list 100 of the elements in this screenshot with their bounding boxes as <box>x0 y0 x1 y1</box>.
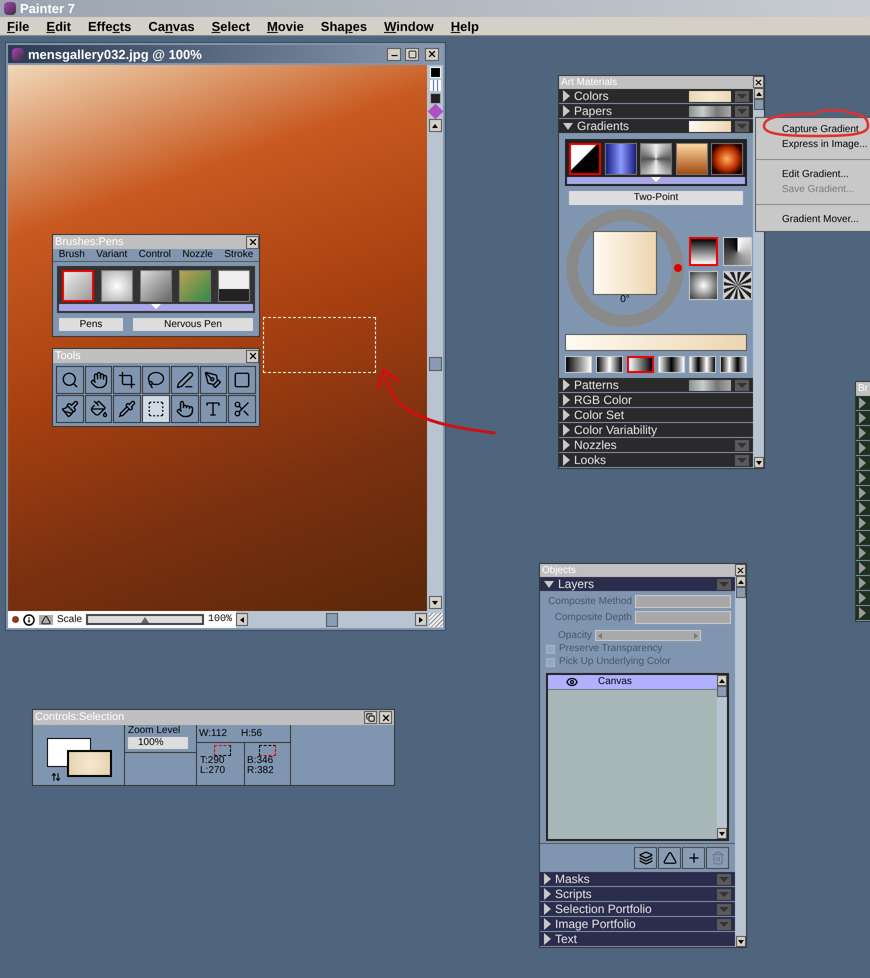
scroll-thumb[interactable] <box>428 357 442 371</box>
gradient-thumbnail[interactable] <box>569 143 601 175</box>
close-button[interactable] <box>753 76 764 88</box>
gradient-type-button[interactable] <box>689 236 718 266</box>
tool-button[interactable] <box>142 366 170 394</box>
menu-item[interactable]: Movie <box>266 20 304 32</box>
scroll-up-button[interactable] <box>754 88 764 99</box>
menu-item[interactable]: Canvas <box>148 20 195 32</box>
menu-item[interactable]: Edit Gradient... <box>756 167 870 182</box>
menu-item[interactable]: Help <box>450 20 479 32</box>
tool-button[interactable] <box>56 395 84 423</box>
scroll-right-button[interactable] <box>415 613 427 626</box>
gradient-type-button[interactable] <box>689 270 718 300</box>
panel-section-header[interactable]: RGB Color <box>559 393 753 408</box>
brush-thumbnail[interactable] <box>101 270 133 302</box>
scroll-thumb[interactable] <box>717 686 727 697</box>
expanded-caret-icon[interactable] <box>544 580 554 588</box>
panel-section-header[interactable]: Papers <box>559 104 753 119</box>
info-icon[interactable] <box>23 614 35 626</box>
menu-item[interactable]: Edit <box>46 20 71 32</box>
tool-button[interactable] <box>228 366 256 394</box>
panel-section-header[interactable]: Colors <box>559 89 753 104</box>
tool-button[interactable] <box>113 366 142 394</box>
menu-item[interactable]: Gradient Mover... <box>756 212 870 227</box>
gradient-thumbnail[interactable] <box>640 143 672 175</box>
swap-arrows-icon[interactable] <box>51 772 61 782</box>
tool-button[interactable] <box>142 395 170 423</box>
scroll-down-button[interactable] <box>736 936 746 947</box>
brush-thumbnail[interactable] <box>140 270 172 302</box>
layer-action-button[interactable] <box>634 847 657 869</box>
panel-section-header[interactable]: Nozzles <box>559 438 753 453</box>
gradient-type-button[interactable] <box>723 270 752 300</box>
tool-button[interactable] <box>228 395 256 423</box>
scroll-down-button[interactable] <box>754 457 764 468</box>
menu-item[interactable]: File <box>7 20 30 32</box>
maximize-button[interactable] <box>405 48 419 60</box>
category-field[interactable]: Pens <box>59 318 123 331</box>
restore-button[interactable] <box>364 711 377 724</box>
gradient-order-button[interactable] <box>720 356 747 373</box>
palette-tab[interactable]: Brush <box>58 250 85 260</box>
palette-tab[interactable]: Nozzle <box>182 250 213 260</box>
tool-button[interactable] <box>113 395 142 423</box>
gradient-order-button[interactable] <box>565 356 592 373</box>
minimize-button[interactable] <box>387 48 401 60</box>
drawer-toggle-icon[interactable] <box>651 177 661 182</box>
scroll-up-button[interactable] <box>428 119 442 132</box>
tool-button[interactable] <box>84 395 112 423</box>
menu-item[interactable]: Window <box>384 20 434 32</box>
zoom-field[interactable]: 100% <box>128 737 188 749</box>
panel-section-header[interactable]: Patterns <box>559 378 753 393</box>
tool-button[interactable] <box>200 395 228 423</box>
scroll-left-button[interactable] <box>236 613 248 626</box>
scroll-up-button[interactable] <box>717 675 727 686</box>
menu-item[interactable]: Select <box>212 20 250 32</box>
palette-tab[interactable]: Stroke <box>224 250 254 260</box>
menu-item[interactable]: Express in Image... <box>756 137 870 152</box>
scroll-down-button[interactable] <box>428 596 442 609</box>
close-button[interactable] <box>246 350 259 362</box>
brush-thumbnail[interactable] <box>218 270 250 302</box>
scroll-thumb[interactable] <box>736 587 746 598</box>
gradient-type-button[interactable] <box>723 236 752 266</box>
menu-item[interactable]: Effects <box>88 20 132 32</box>
tool-button[interactable] <box>170 366 199 394</box>
menu-item[interactable]: Shapes <box>320 20 368 32</box>
brush-thumbnail[interactable] <box>179 270 211 302</box>
layer-action-button[interactable] <box>658 847 681 869</box>
color-swatches[interactable] <box>47 738 112 777</box>
panel-section-header[interactable]: Gradients <box>559 119 753 134</box>
tool-button[interactable] <box>84 366 112 394</box>
panel-section-header[interactable]: Scripts <box>540 887 735 902</box>
brush-thumbnail[interactable] <box>62 270 94 302</box>
close-button[interactable] <box>379 711 392 724</box>
resize-grip-icon[interactable] <box>429 612 443 626</box>
palette-tab[interactable]: Control <box>138 250 171 260</box>
panel-section-header[interactable]: Layers <box>540 577 735 592</box>
scroll-up-button[interactable] <box>736 576 746 587</box>
panel-section-header[interactable]: Text <box>540 932 735 947</box>
drawer-toggle-icon[interactable] <box>151 304 161 309</box>
close-button[interactable] <box>735 564 746 576</box>
scroll-down-button[interactable] <box>717 828 727 839</box>
scale-slider[interactable] <box>86 614 204 625</box>
gradient-thumbnail[interactable] <box>711 143 743 175</box>
gradient-order-button[interactable] <box>596 356 623 373</box>
panel-section-header[interactable]: Color Variability <box>559 423 753 438</box>
layer-action-button[interactable] <box>682 847 705 869</box>
close-button[interactable] <box>246 236 259 248</box>
tool-button[interactable] <box>200 366 228 394</box>
tool-button[interactable] <box>56 366 84 394</box>
layer-row[interactable]: Canvas <box>548 675 717 690</box>
menu-item[interactable]: Capture Gradient <box>756 122 870 137</box>
gradient-order-button[interactable] <box>689 356 716 373</box>
gradient-order-button[interactable] <box>627 356 654 373</box>
expanded-caret-icon[interactable] <box>563 122 573 130</box>
eye-icon[interactable] <box>566 676 578 688</box>
tool-button[interactable] <box>170 395 199 423</box>
triangle-icon[interactable] <box>39 614 53 624</box>
collapsed-caret-icon[interactable] <box>563 454 570 466</box>
panel-section-header[interactable]: Looks <box>559 453 753 468</box>
close-button[interactable] <box>425 48 439 60</box>
palette-tab[interactable]: Variant <box>96 250 128 260</box>
